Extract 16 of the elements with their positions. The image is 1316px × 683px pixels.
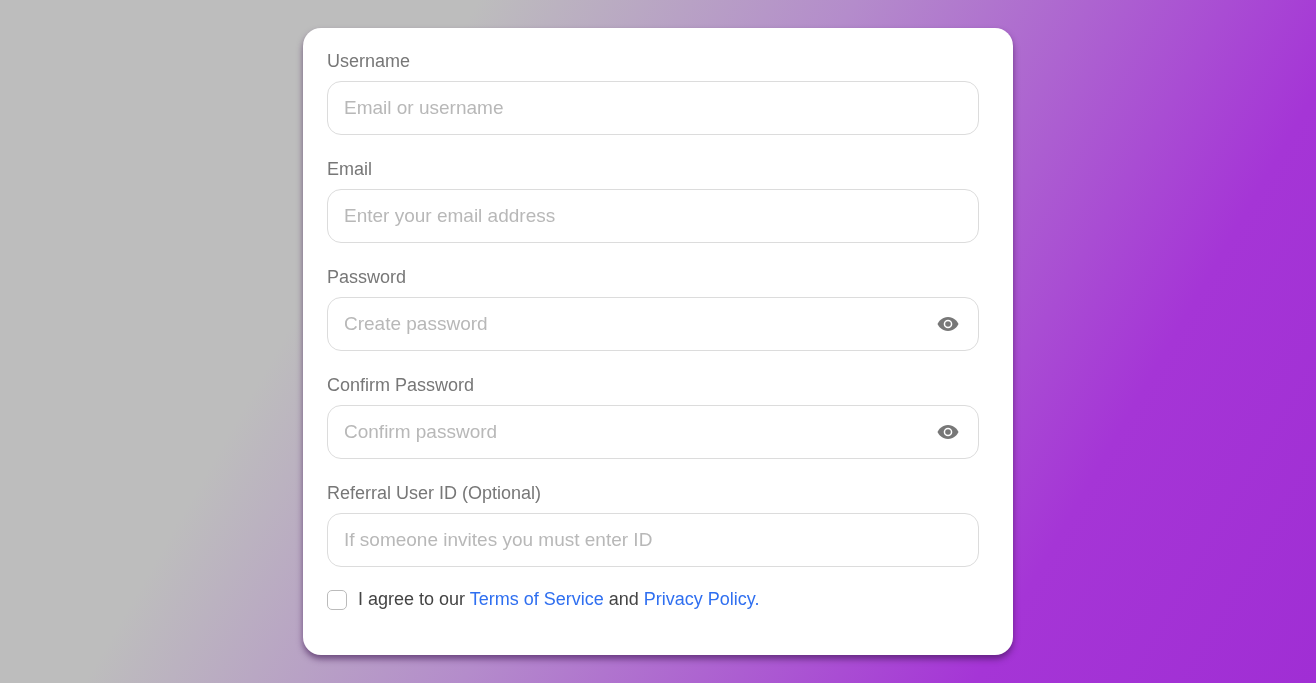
privacy-link[interactable]: Privacy Policy.: [643, 589, 760, 609]
input-field[interactable]: Email or username: [327, 81, 979, 135]
eye-icon[interactable]: [937, 317, 959, 331]
field-label: Email: [327, 158, 373, 180]
input-field[interactable]: Enter your email address: [327, 189, 979, 243]
input-field[interactable]: If someone invites you must enter ID: [327, 513, 979, 567]
field-label: Username: [327, 50, 412, 72]
field-label: Referral User ID (Optional): [327, 482, 543, 504]
input-field[interactable]: Create password: [327, 297, 979, 351]
input-field[interactable]: Confirm password: [327, 405, 979, 459]
field-label: Password: [327, 266, 408, 288]
eye-icon[interactable]: [937, 425, 959, 439]
field-label: Confirm Password: [327, 374, 476, 396]
terms-link[interactable]: Terms of Service: [469, 589, 604, 609]
agreement-text: I agree to our Terms of Service and Privacy Policy.: [358, 589, 760, 610]
agree-checkbox[interactable]: [327, 589, 347, 610]
